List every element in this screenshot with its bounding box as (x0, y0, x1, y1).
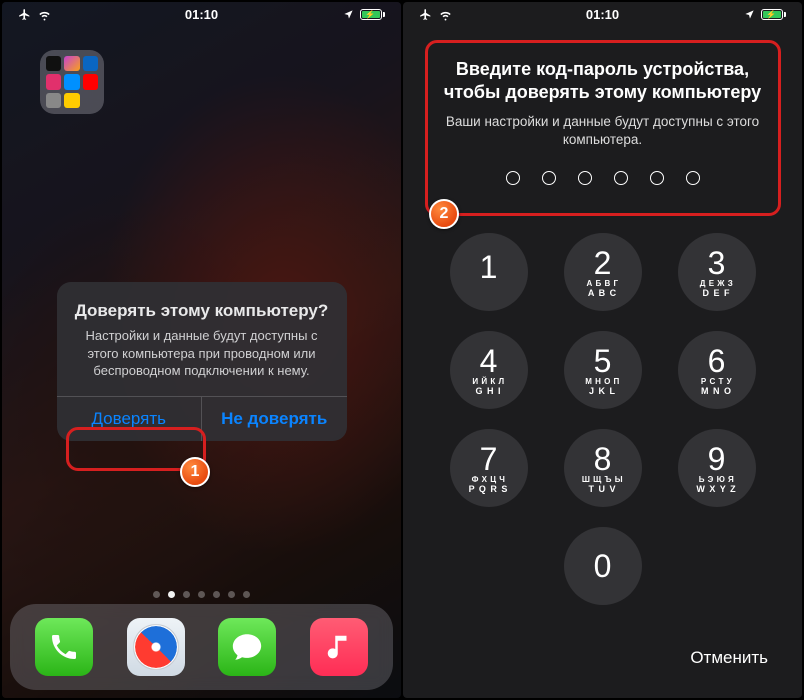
cancel-button[interactable]: Отменить (690, 648, 768, 668)
keypad-3[interactable]: 3Д Е Ж ЗD E F (678, 233, 756, 311)
keypad-7[interactable]: 7Ф Х Ц ЧP Q R S (450, 429, 528, 507)
step-badge-1: 1 (180, 457, 210, 487)
dont-trust-button[interactable]: Не доверять (201, 397, 347, 441)
dock (10, 604, 393, 690)
keypad-2[interactable]: 2А Б В ГA B C (564, 233, 642, 311)
highlight-passcode (425, 40, 781, 216)
keypad-1[interactable]: 1 (450, 233, 528, 311)
step-badge-2: 2 (429, 199, 459, 229)
status-time: 01:10 (2, 7, 401, 22)
trust-alert: Доверять этому компьютеру? Настройки и д… (57, 282, 347, 441)
keypad-9[interactable]: 9Ь Э Ю ЯW X Y Z (678, 429, 756, 507)
safari-app-icon[interactable] (127, 618, 185, 676)
music-app-icon[interactable] (310, 618, 368, 676)
status-bar: 01:10 ⚡ (403, 2, 802, 24)
app-folder[interactable] (40, 50, 104, 114)
keypad: 1 2А Б В ГA B C 3Д Е Ж ЗD E F 4И Й К ЛG … (403, 233, 802, 605)
keypad-5[interactable]: 5М Н О ПJ K L (564, 331, 642, 409)
keypad-0[interactable]: 0 (564, 527, 642, 605)
keypad-6[interactable]: 6Р С Т УM N O (678, 331, 756, 409)
status-bar: 01:10 ⚡ (2, 2, 401, 24)
right-screenshot: 01:10 ⚡ Введите код-пароль устройства, ч… (403, 2, 802, 698)
keypad-8[interactable]: 8Ш Щ Ъ ЫT U V (564, 429, 642, 507)
page-indicator (2, 591, 401, 598)
phone-app-icon[interactable] (35, 618, 93, 676)
status-time: 01:10 (403, 7, 802, 22)
messages-app-icon[interactable] (218, 618, 276, 676)
alert-message: Настройки и данные будут доступны с этог… (73, 327, 331, 380)
alert-title: Доверять этому компьютеру? (73, 300, 331, 321)
left-screenshot: 01:10 ⚡ Доверять этому компьютеру? Настр… (2, 2, 401, 698)
keypad-4[interactable]: 4И Й К ЛG H I (450, 331, 528, 409)
